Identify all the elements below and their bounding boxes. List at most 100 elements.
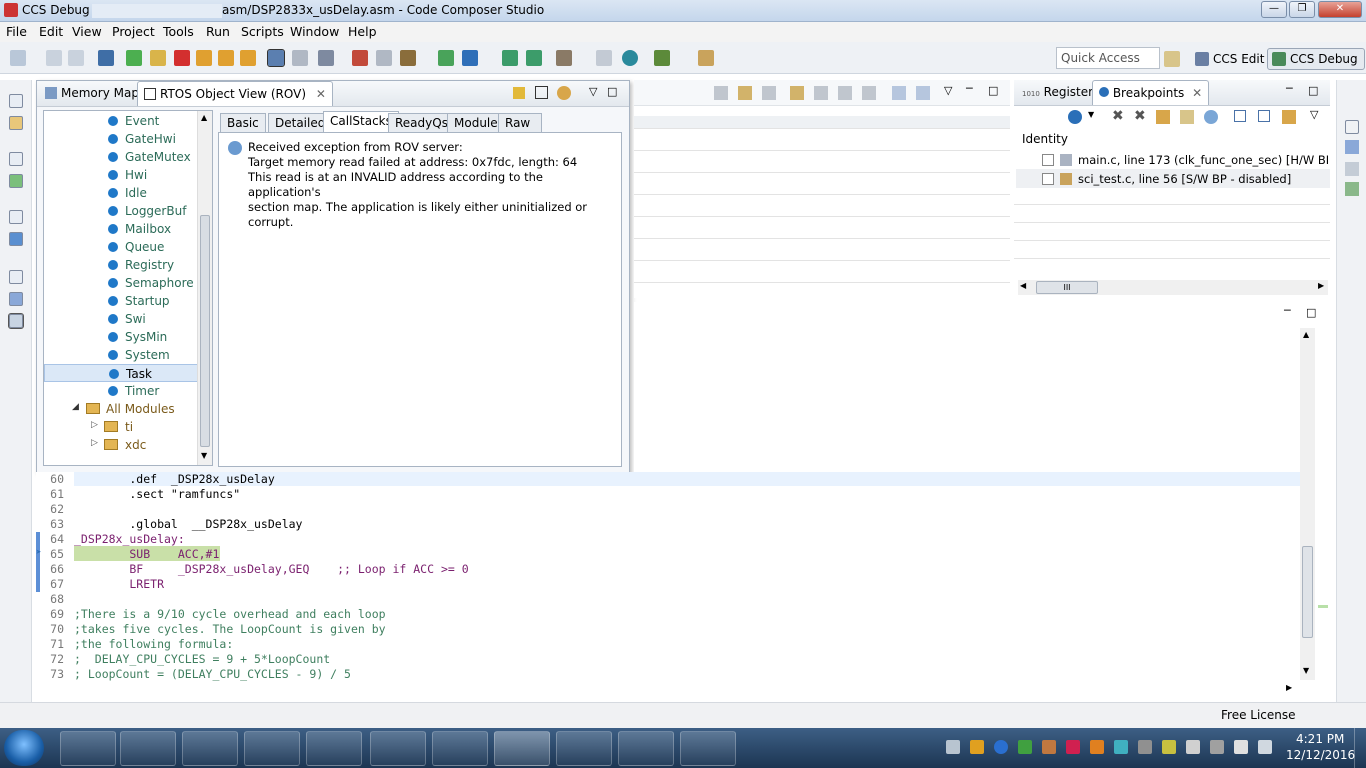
- tree-item-gatehwi[interactable]: GateHwi: [44, 130, 198, 148]
- tree-icon[interactable]: [1345, 182, 1359, 196]
- checkbox[interactable]: [1042, 173, 1054, 185]
- subtab-readyqs[interactable]: ReadyQs: [388, 113, 455, 133]
- subtab-raw[interactable]: Raw: [498, 113, 542, 133]
- expand-all-icon[interactable]: [1234, 110, 1246, 122]
- perspective-ccs-debug[interactable]: CCS Debug: [1267, 48, 1365, 70]
- code-editor[interactable]: ➤ 60 .def _DSP28x_usDelay 61 .sect "ramf…: [36, 472, 1300, 682]
- toolbar-icon[interactable]: [814, 86, 828, 100]
- tree-item-gatemutex[interactable]: GateMutex: [44, 148, 198, 166]
- tab-rov[interactable]: RTOS Object View (ROV) ✕: [137, 81, 333, 106]
- console-icon[interactable]: [9, 232, 23, 246]
- select-icon[interactable]: [596, 50, 612, 66]
- reset-icon[interactable]: [318, 50, 334, 66]
- search-icon[interactable]: [622, 50, 638, 66]
- link-icon[interactable]: [1282, 110, 1296, 124]
- scroll-thumb[interactable]: [200, 215, 210, 447]
- tray-icon[interactable]: [1162, 740, 1176, 754]
- chrome-icon[interactable]: [244, 731, 300, 766]
- bp-horizontal-scrollbar[interactable]: ◀ III ▶: [1018, 280, 1328, 295]
- dropdown-icon[interactable]: ▼: [1088, 110, 1094, 119]
- minimize-view-icon[interactable]: ─: [1284, 304, 1291, 317]
- tray-icon[interactable]: [970, 740, 984, 754]
- tree-item-registry[interactable]: Registry: [44, 256, 198, 274]
- network-globe-icon[interactable]: [618, 731, 674, 766]
- scroll-up-icon[interactable]: ▲: [1303, 330, 1309, 339]
- connect-icon[interactable]: [292, 50, 308, 66]
- close-tab-icon[interactable]: ✕: [316, 87, 326, 101]
- tray-icon[interactable]: [1066, 740, 1080, 754]
- step-icon[interactable]: [502, 50, 518, 66]
- media-player-icon[interactable]: [182, 731, 238, 766]
- tree-item-xdc[interactable]: ▷ xdc: [44, 436, 198, 454]
- restore-icon[interactable]: [9, 94, 23, 108]
- expand-icon[interactable]: ▷: [91, 438, 98, 448]
- assembly-step-icon[interactable]: [267, 49, 285, 67]
- collapse-all-icon[interactable]: [1258, 110, 1270, 122]
- identity-column-header[interactable]: Identity: [1022, 132, 1068, 146]
- maximize-view-icon[interactable]: □: [988, 84, 998, 97]
- collapse-icon[interactable]: ◢: [72, 402, 79, 412]
- resume-icon[interactable]: [126, 50, 142, 66]
- step-over-icon[interactable]: [218, 50, 234, 66]
- load-program-icon[interactable]: [400, 50, 416, 66]
- tree-item-task[interactable]: Task: [44, 364, 198, 382]
- outlook-icon[interactable]: [370, 731, 426, 766]
- toolbar-icon[interactable]: [838, 86, 852, 100]
- tree-item-ti[interactable]: ▷ ti: [44, 418, 198, 436]
- signal-icon[interactable]: [1234, 740, 1248, 754]
- clock-date[interactable]: 12/12/2016: [1286, 748, 1355, 762]
- virtualbox-icon[interactable]: [556, 731, 612, 766]
- outline-icon[interactable]: [1345, 162, 1359, 176]
- new-breakpoint-icon[interactable]: [1068, 110, 1082, 124]
- debug-view-icon[interactable]: [9, 174, 23, 188]
- tree-item-event[interactable]: Event: [44, 112, 198, 130]
- scroll-thumb[interactable]: [1302, 546, 1313, 638]
- menu-run[interactable]: Run: [206, 24, 230, 39]
- restore-icon[interactable]: [9, 210, 23, 224]
- adobe-reader-icon[interactable]: [680, 731, 736, 766]
- refresh-icon[interactable]: [557, 86, 571, 100]
- tree-item-swi[interactable]: Swi: [44, 310, 198, 328]
- tree-item-all-modules[interactable]: ◢ All Modules: [44, 400, 198, 418]
- minimize-view-icon[interactable]: ─: [966, 82, 973, 95]
- skip-all-icon[interactable]: [1204, 110, 1218, 124]
- maximize-view-icon[interactable]: □: [607, 85, 617, 98]
- tree-item-sysmin[interactable]: SysMin: [44, 328, 198, 346]
- go-to-icon[interactable]: [1180, 110, 1194, 124]
- tray-icon[interactable]: [1018, 740, 1032, 754]
- suspend-icon[interactable]: [150, 50, 166, 66]
- cube-app-icon[interactable]: [432, 731, 488, 766]
- editor-horizontal-scrollbar[interactable]: ▶: [36, 682, 1300, 696]
- close-tab-icon[interactable]: ✕: [1192, 86, 1202, 100]
- memory-browser-icon[interactable]: [9, 292, 23, 306]
- save-all-icon[interactable]: [68, 50, 84, 66]
- tab-memory-map[interactable]: Memory Map: [39, 81, 145, 106]
- file-explorer-icon[interactable]: [120, 731, 176, 766]
- tree-scrollbar[interactable]: ▲ ▼: [197, 111, 212, 465]
- menu-help[interactable]: Help: [348, 24, 377, 39]
- pause-icon[interactable]: [513, 87, 525, 99]
- menu-file[interactable]: File: [6, 24, 27, 39]
- terminate-icon[interactable]: [174, 50, 190, 66]
- subtab-module[interactable]: Module: [447, 113, 505, 133]
- volume-icon[interactable]: [1258, 740, 1272, 754]
- bug-icon[interactable]: [654, 50, 670, 66]
- scroll-down-icon[interactable]: ▼: [201, 451, 207, 460]
- bluetooth-icon[interactable]: [994, 740, 1008, 754]
- menu-tools[interactable]: Tools: [163, 24, 194, 39]
- expand-icon[interactable]: ▷: [91, 420, 98, 430]
- minimize-view-icon[interactable]: ─: [1286, 82, 1293, 95]
- tree-item-system[interactable]: System: [44, 346, 198, 364]
- tray-flag-icon[interactable]: [1186, 740, 1200, 754]
- toolbar-icon[interactable]: [916, 86, 930, 100]
- menu-scripts[interactable]: Scripts: [241, 24, 284, 39]
- toolbar-icon[interactable]: [790, 86, 804, 100]
- toolbar-icon[interactable]: [862, 86, 876, 100]
- tray-icon[interactable]: [1210, 740, 1224, 754]
- enable-icon[interactable]: [1156, 110, 1170, 124]
- scroll-right-icon[interactable]: ▶: [1318, 281, 1324, 290]
- step-return-icon[interactable]: [240, 50, 256, 66]
- code-composer-icon[interactable]: [494, 731, 550, 766]
- scroll-thumb[interactable]: III: [1036, 281, 1098, 294]
- rov-icon[interactable]: [8, 313, 24, 329]
